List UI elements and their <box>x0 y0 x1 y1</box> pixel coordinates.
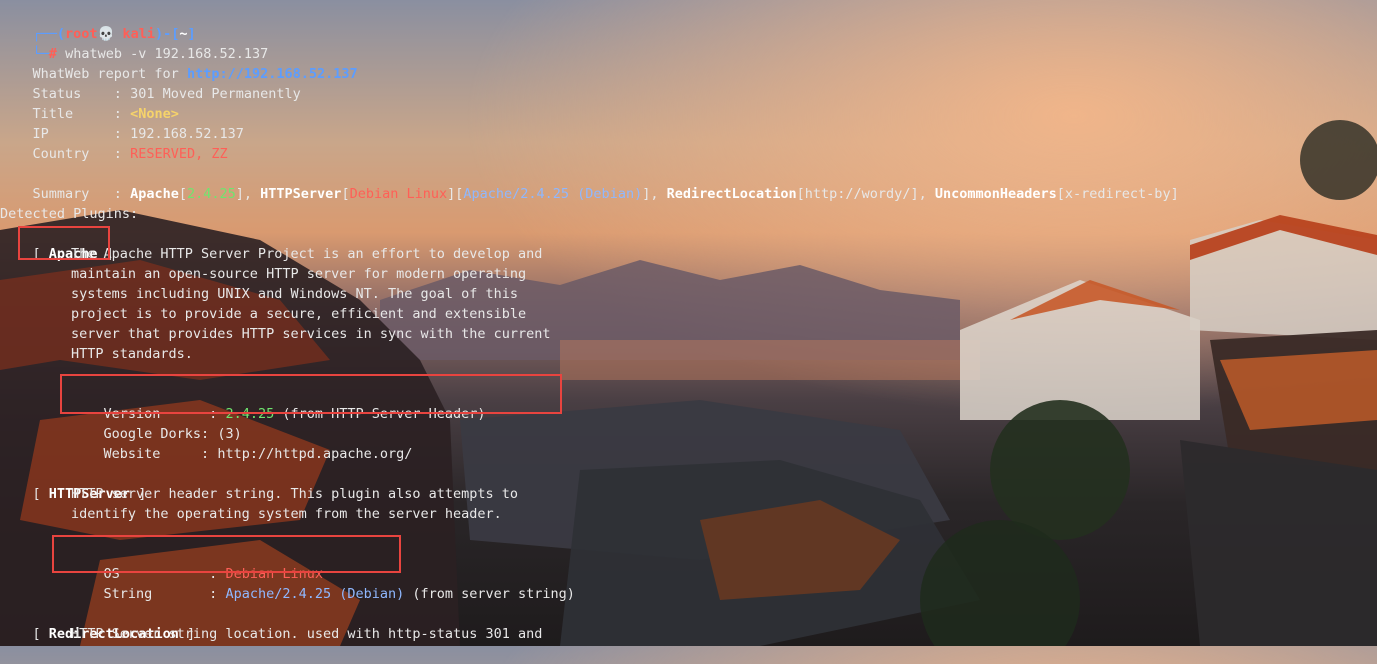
highlight-box-version <box>60 374 562 414</box>
prompt-line: ┌──(root💀 kali)-[~] <box>0 4 196 42</box>
summary-redirect: RedirectLocation <box>666 186 797 202</box>
summary-sep-1: ], <box>235 186 261 202</box>
command-line: └─# whatweb -v 192.168.52.137 <box>0 24 269 62</box>
terminal-window[interactable]: ┌──(root💀 kali)-[~] └─# whatweb -v 192.1… <box>0 0 1377 646</box>
country-row: Country : RESERVED, ZZ <box>0 124 228 162</box>
plugin-apache-desc-line: server that provides HTTP services in sy… <box>71 326 551 342</box>
summary-redirect-value: http://wordy/ <box>804 186 911 202</box>
httpserver-string-label: String : <box>103 586 226 602</box>
plugin-httpserver-desc-line: identify the operating system from the s… <box>71 506 502 522</box>
summary-uncommon-value: x-redirect-by <box>1064 186 1171 202</box>
summary-os: Debian Linux <box>349 186 448 202</box>
plugin-apache-desc-line: HTTP standards. <box>71 346 193 362</box>
title-row: Title : <None> <box>0 84 179 122</box>
summary-row: Summary : Apache[2.4.25], HTTPServer[Deb… <box>32 186 1179 202</box>
plugin-apache-desc-line: project is to provide a secure, efficien… <box>71 306 527 322</box>
status-row: Status : 301 Moved Permanently <box>0 64 301 102</box>
country-label: Country : <box>32 146 131 162</box>
report-header: WhatWeb report for http://192.168.52.137 <box>0 44 358 82</box>
summary-sep-2: ], <box>642 186 667 202</box>
country-value: RESERVED, ZZ <box>130 146 228 162</box>
ip-row: IP : 192.168.52.137 <box>0 104 244 142</box>
apache-website-row: Website : http://httpd.apache.org/ <box>71 424 413 462</box>
summary-sep-3: ], <box>910 186 935 202</box>
summary-label: Summary : <box>32 186 131 202</box>
summary-server-string: Apache/2.4.25 (Debian) <box>463 186 643 202</box>
highlight-box-os <box>52 535 401 573</box>
apache-website-label: Website : <box>103 446 218 462</box>
plugin-redirect-desc-line: HTTP Server string location. used with h… <box>71 626 543 642</box>
plugin-redirect-header: [ RedirectLocation ] <box>32 626 196 642</box>
plugin-apache-desc-line: The Apache HTTP Server Project is an eff… <box>71 246 543 262</box>
plugin-httpserver-header: [ HTTPServer ] <box>32 486 147 502</box>
httpserver-string-note: (from server string) <box>404 586 575 602</box>
httpserver-string-value: Apache/2.4.25 (Debian) <box>225 586 405 602</box>
summary-apache: Apache <box>130 186 179 202</box>
summary-uncommon: UncommonHeaders <box>934 186 1057 202</box>
highlight-box-apache <box>18 226 110 260</box>
summary-apache-version: 2.4.25 <box>186 186 236 202</box>
plugin-apache-desc-line: maintain an open-source HTTP server for … <box>71 266 527 282</box>
apache-website-value: http://httpd.apache.org/ <box>217 446 413 462</box>
summary-httpserver: HTTPServer <box>260 186 342 202</box>
plugin-apache-desc-line: systems including UNIX and Windows NT. T… <box>71 286 519 302</box>
detected-plugins-header: Detected Plugins: <box>0 206 139 222</box>
plugin-httpserver-desc-line: HTTP server header string. This plugin a… <box>71 486 519 502</box>
